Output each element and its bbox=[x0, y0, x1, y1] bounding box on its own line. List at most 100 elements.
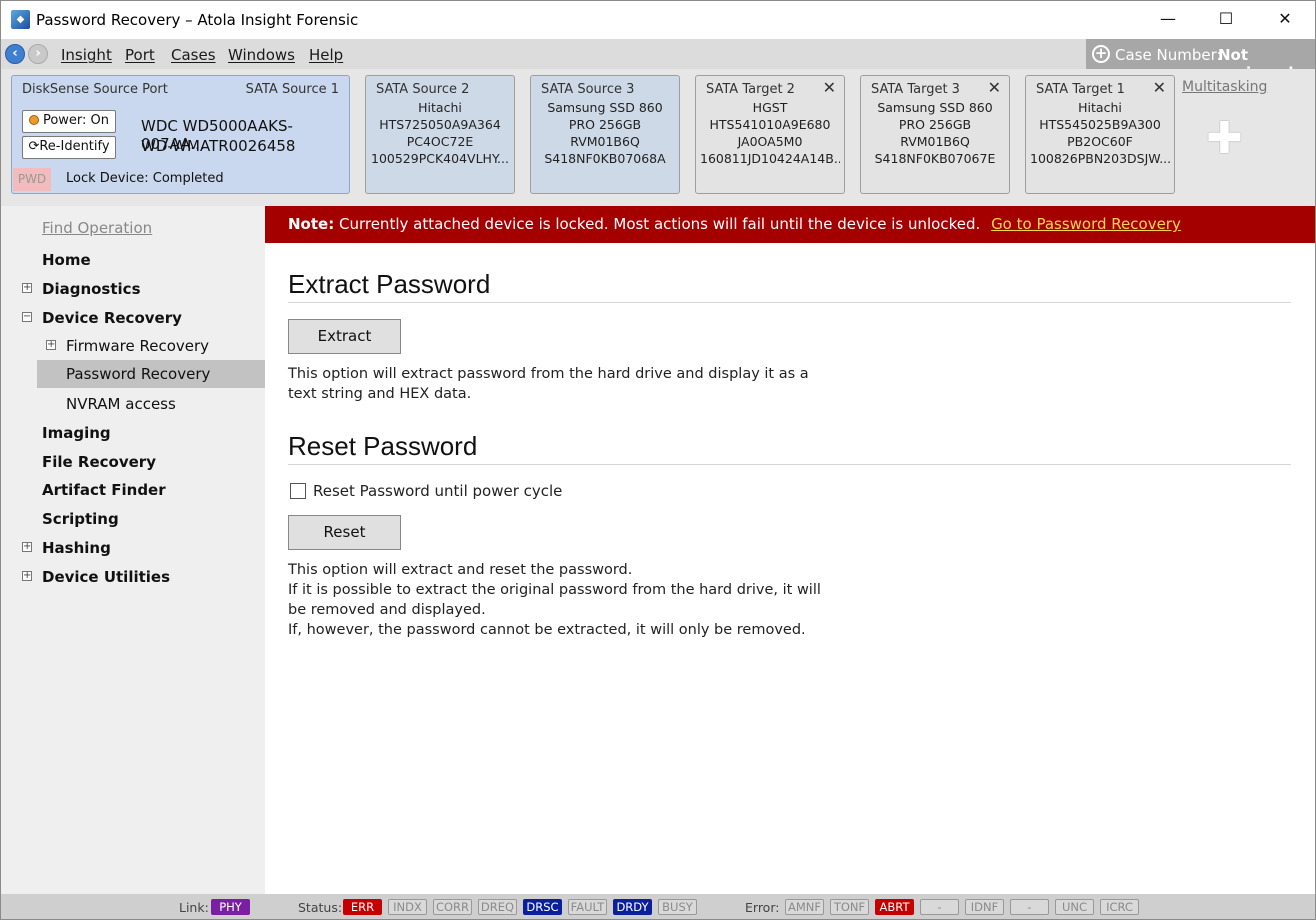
extract-button[interactable]: Extract bbox=[288, 319, 401, 354]
port-card-line: Samsung SSD 860 bbox=[547, 100, 663, 115]
port-card-line: HTS541010A9E680 bbox=[709, 117, 831, 132]
reset-description-line: be removed and displayed. bbox=[288, 602, 486, 618]
case-number-panel[interactable]: + Case Number: Not assigned bbox=[1086, 39, 1315, 82]
port-card-name: SATA Target 1 bbox=[1036, 82, 1125, 97]
section-divider bbox=[288, 302, 1291, 303]
collapse-icon[interactable]: − bbox=[22, 312, 32, 322]
device-serial: WD-WMATR0026458 bbox=[141, 137, 296, 155]
forward-arrow-icon[interactable]: › bbox=[28, 44, 48, 64]
link-phy-badge: PHY bbox=[211, 899, 250, 915]
reset-description-line: This option will extract and reset the p… bbox=[288, 562, 633, 578]
expand-icon[interactable]: + bbox=[22, 542, 32, 552]
menu-windows[interactable]: Windows bbox=[228, 46, 295, 64]
port-card-line: PRO 256GB bbox=[898, 117, 972, 132]
port-card-line: S418NF0KB07068A bbox=[544, 151, 666, 166]
add-case-icon[interactable]: + bbox=[1092, 45, 1110, 63]
power-button[interactable]: Power: On bbox=[22, 110, 116, 133]
error-tonf-badge: TONF bbox=[830, 899, 869, 915]
expand-icon[interactable]: + bbox=[22, 283, 32, 293]
close-icon[interactable]: ✕ bbox=[1153, 78, 1166, 97]
maximize-button[interactable]: ☐ bbox=[1197, 1, 1255, 39]
sidebar-item-device-recovery[interactable]: Device Recovery bbox=[42, 309, 182, 327]
reset-password-heading: Reset Password bbox=[288, 431, 478, 461]
extract-description-line: text string and HEX data. bbox=[288, 386, 472, 402]
menu-port[interactable]: Port bbox=[125, 46, 155, 64]
port-strip: DiskSense Source Port SATA Source 1 Powe… bbox=[1, 69, 1315, 206]
sidebar-item-artifact-finder[interactable]: Artifact Finder bbox=[42, 481, 166, 499]
note-text: Currently attached device is locked. Mos… bbox=[338, 215, 981, 233]
port-card-sata-target-2[interactable]: SATA Target 2 ✕ HGST HTS541010A9E680 JA0… bbox=[695, 75, 845, 194]
source-port-card[interactable]: DiskSense Source Port SATA Source 1 Powe… bbox=[11, 75, 350, 194]
expand-icon[interactable]: + bbox=[46, 340, 56, 350]
port-card-line: RVM01B6Q bbox=[570, 134, 640, 149]
app-logo-icon: ◆ bbox=[11, 10, 30, 29]
main-content: Note: Currently attached device is locke… bbox=[265, 206, 1315, 894]
port-card-line: JA0OA5M0 bbox=[737, 134, 803, 149]
reset-button[interactable]: Reset bbox=[288, 515, 401, 550]
find-operation-link[interactable]: Find Operation bbox=[42, 219, 152, 237]
port-card-line: HGST bbox=[752, 100, 788, 115]
sidebar-item-device-utilities[interactable]: Device Utilities bbox=[42, 568, 170, 586]
link-label: Link: bbox=[179, 900, 209, 915]
reidentify-button[interactable]: ⟳Re-Identify bbox=[22, 136, 116, 159]
reset-description-line: If, however, the password cannot be extr… bbox=[288, 622, 806, 638]
port-card-name: SATA Source 3 bbox=[541, 82, 635, 97]
sidebar-item-home[interactable]: Home bbox=[42, 251, 91, 269]
port-card-name: SATA Target 3 bbox=[871, 82, 960, 97]
sidebar-item-firmware-recovery[interactable]: Firmware Recovery bbox=[66, 337, 209, 355]
error-abrt-badge: ABRT bbox=[875, 899, 914, 915]
menu-insight[interactable]: Insight bbox=[61, 46, 112, 64]
port-card-sata-source-2[interactable]: SATA Source 2 Hitachi HTS725050A9A364 PC… bbox=[365, 75, 515, 194]
sidebar-item-hashing[interactable]: Hashing bbox=[42, 539, 111, 557]
error-idnf-badge: IDNF bbox=[965, 899, 1004, 915]
port-card-line: HTS725050A9A364 bbox=[379, 117, 501, 132]
port-card-sata-target-3[interactable]: SATA Target 3 ✕ Samsung SSD 860 PRO 256G… bbox=[860, 75, 1010, 194]
menu-bar: ‹ › Insight Port Cases Windows Help + Ca… bbox=[1, 39, 1315, 82]
extract-description-line: This option will extract password from t… bbox=[288, 366, 809, 382]
sidebar-item-password-recovery[interactable]: Password Recovery bbox=[37, 360, 265, 388]
status-corr-badge: CORR bbox=[433, 899, 472, 915]
power-button-label: Power: On bbox=[42, 113, 110, 128]
source-port-name: SATA Source 1 bbox=[245, 82, 339, 97]
port-card-line: RVM01B6Q bbox=[900, 134, 970, 149]
sidebar-item-file-recovery[interactable]: File Recovery bbox=[42, 453, 156, 471]
reset-until-power-cycle-label[interactable]: Reset Password until power cycle bbox=[313, 482, 562, 500]
close-icon[interactable]: ✕ bbox=[988, 78, 1001, 97]
locked-device-note: Note: Currently attached device is locke… bbox=[265, 206, 1315, 243]
port-card-line: Samsung SSD 860 bbox=[877, 100, 993, 115]
minimize-button[interactable]: — bbox=[1139, 1, 1197, 39]
window-title: Password Recovery – Atola Insight Forens… bbox=[36, 11, 359, 29]
refresh-icon: ⟳ bbox=[28, 139, 40, 154]
port-card-line: PB2OC60F bbox=[1067, 134, 1133, 149]
error-blank-badge: - bbox=[920, 899, 959, 915]
title-bar: ◆ Password Recovery – Atola Insight Fore… bbox=[1, 1, 1315, 39]
back-arrow-icon[interactable]: ‹ bbox=[5, 44, 25, 64]
sidebar-item-nvram-access[interactable]: NVRAM access bbox=[66, 395, 176, 413]
expand-icon[interactable]: + bbox=[22, 571, 32, 581]
sidebar-item-imaging[interactable]: Imaging bbox=[42, 424, 111, 442]
menu-help[interactable]: Help bbox=[309, 46, 343, 64]
add-port-plus-icon[interactable]: ✚ bbox=[1206, 117, 1243, 161]
error-label: Error: bbox=[745, 900, 780, 915]
menu-cases[interactable]: Cases bbox=[171, 46, 216, 64]
reset-description-line: If it is possible to extract the origina… bbox=[288, 582, 821, 598]
note-prefix: Note: bbox=[288, 215, 335, 233]
multitasking-link[interactable]: Multitasking bbox=[1182, 79, 1267, 95]
port-card-line: PRO 256GB bbox=[568, 117, 642, 132]
port-card-line: 100826PBN203DSJW... bbox=[1030, 151, 1170, 166]
port-card-sata-target-1[interactable]: SATA Target 1 ✕ Hitachi HTS545025B9A300 … bbox=[1025, 75, 1175, 194]
error-unc-badge: UNC bbox=[1055, 899, 1094, 915]
extract-password-heading: Extract Password bbox=[288, 269, 491, 299]
close-window-button[interactable]: ✕ bbox=[1256, 1, 1314, 39]
go-to-password-recovery-link[interactable]: Go to Password Recovery bbox=[991, 215, 1181, 233]
reset-until-power-cycle-checkbox[interactable] bbox=[290, 483, 306, 499]
power-indicator-icon bbox=[28, 115, 39, 125]
status-fault-badge: FAULT bbox=[568, 899, 607, 915]
port-card-name: SATA Source 2 bbox=[376, 82, 470, 97]
sidebar-item-scripting[interactable]: Scripting bbox=[42, 510, 119, 528]
sidebar-item-diagnostics[interactable]: Diagnostics bbox=[42, 280, 141, 298]
reidentify-button-label: Re-Identify bbox=[39, 139, 110, 154]
close-icon[interactable]: ✕ bbox=[823, 78, 836, 97]
port-card-name: SATA Target 2 bbox=[706, 82, 795, 97]
port-card-sata-source-3[interactable]: SATA Source 3 Samsung SSD 860 PRO 256GB … bbox=[530, 75, 680, 194]
